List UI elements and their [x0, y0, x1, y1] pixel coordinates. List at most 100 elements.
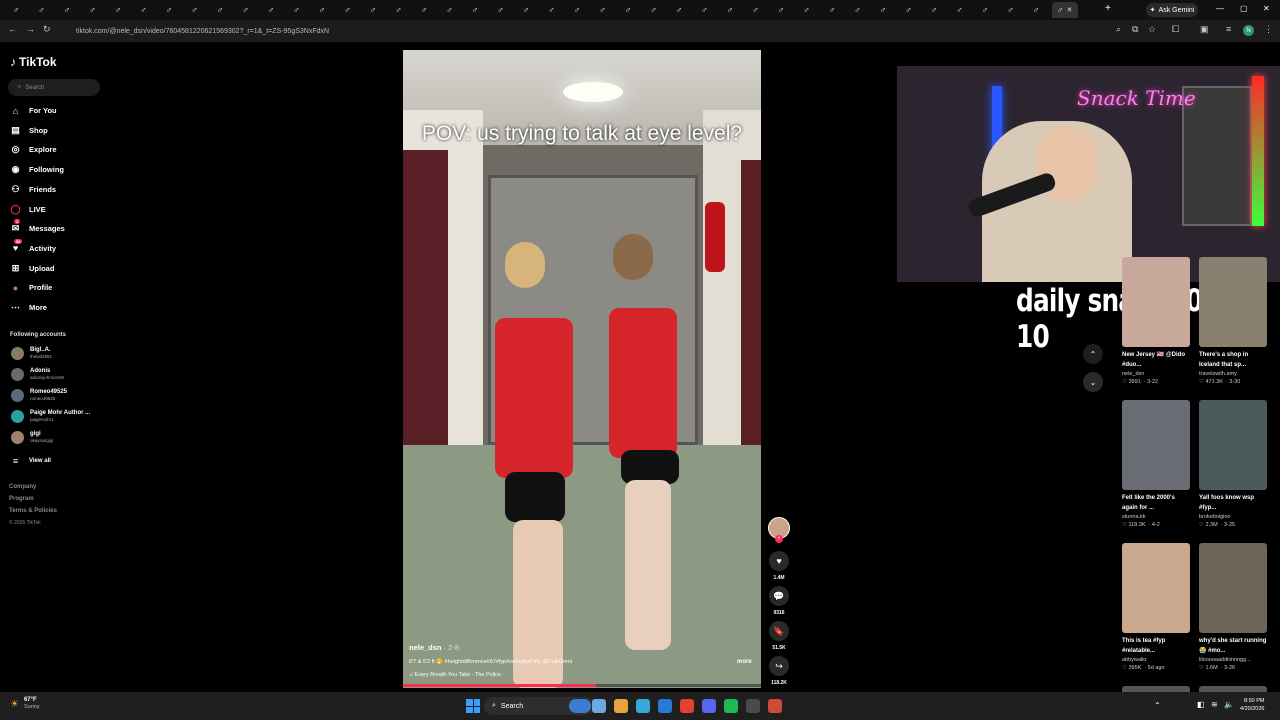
browser-tab[interactable]: ♂ [287, 2, 307, 18]
browser-tab[interactable]: ♂ [644, 2, 664, 18]
browser-tab[interactable]: ♂ [593, 2, 613, 18]
browser-tab[interactable]: ♂ [695, 2, 715, 18]
video-player[interactable]: POV: us trying to talk at eye level? nel… [403, 50, 761, 688]
footer-link-terms-policies[interactable]: Terms & Policies [9, 508, 57, 514]
comment-button[interactable]: 💬 [769, 586, 789, 606]
sidebar-item-profile[interactable]: ● Profile [10, 282, 53, 293]
browser-tab[interactable]: ♂ [159, 2, 179, 18]
video-thumbnail[interactable] [1199, 543, 1267, 633]
browser-tab[interactable]: ♂ [210, 2, 230, 18]
edge-icon[interactable] [658, 699, 672, 713]
sidebar-item-for-you[interactable]: ⌂ For You [10, 105, 57, 116]
footer-link-program[interactable]: Program [9, 496, 34, 502]
install-icon[interactable]: ⧉ [1132, 24, 1138, 35]
back-icon[interactable]: ← [8, 24, 17, 34]
following-account[interactable]: Bigl..A. thekid2891 [11, 347, 52, 360]
sidebar-item-shop[interactable]: ▤ Shop [10, 125, 48, 136]
terminal-icon[interactable] [768, 699, 782, 713]
forward-icon[interactable]: → [26, 24, 35, 34]
address-bar[interactable]: tiktok.com/@nele_dsn/video/7604581220621… [60, 23, 1110, 39]
footer-link-company[interactable]: Company [9, 484, 36, 490]
video-author[interactable]: nele_dsn · 2-8 [409, 643, 459, 652]
more-button[interactable]: more [737, 659, 752, 665]
system-clock[interactable]: 8:50 PM 4/20/2026 [1240, 697, 1264, 713]
video-card-user[interactable]: abbywalkr [1122, 656, 1190, 664]
video-card-title[interactable]: This is tea #fyp #relatable... [1122, 636, 1190, 656]
sidebar-item-more[interactable]: ⋯ More [10, 302, 47, 313]
share-button[interactable]: ↪ [769, 656, 789, 676]
browser-tab[interactable]: ♂ [899, 2, 919, 18]
browser-tab[interactable]: ♂ [185, 2, 205, 18]
browser-tab[interactable]: ♂ [389, 2, 409, 18]
sidebar-item-messages[interactable]: ✉ 1 Messages [10, 219, 65, 234]
browser-tab[interactable]: ♂ [108, 2, 128, 18]
tab-close-icon[interactable]: ✕ [1066, 6, 1072, 14]
browser-tab[interactable]: ♂ [771, 2, 791, 18]
sidebar-item-following[interactable]: ◉ Following [10, 164, 64, 175]
browser-tab[interactable]: ♂ [312, 2, 332, 18]
browser-tab[interactable]: ♂ [797, 2, 817, 18]
spotify-icon[interactable] [746, 699, 760, 713]
browser-tab[interactable]: ♂ [465, 2, 485, 18]
browser-tab[interactable]: ♂ [567, 2, 587, 18]
browser-tab[interactable]: ♂ [720, 2, 740, 18]
sidebar-item-upload[interactable]: ⊞ Upload [10, 263, 55, 274]
volume-icon[interactable]: 🔈 [1224, 700, 1234, 709]
ask-gemini-button[interactable]: ✦ Ask Gemini [1146, 3, 1198, 17]
menu-icon[interactable]: ⋮ [1264, 24, 1273, 35]
browser-tab[interactable]: ♂ [57, 2, 77, 18]
browser-tab[interactable]: ♂ [848, 2, 868, 18]
video-progress[interactable] [403, 684, 761, 687]
new-tab-button[interactable]: + [1105, 3, 1111, 14]
browser-tab[interactable]: ♂ [236, 2, 256, 18]
browser-tab[interactable]: ♂ [440, 2, 460, 18]
video-card-user[interactable]: lilooooaaddiiinnngg... [1199, 656, 1267, 664]
browser-tab[interactable]: ♂ [516, 2, 536, 18]
scroll-up-button[interactable]: ⌃ [1083, 344, 1103, 364]
browser-tab[interactable]: ♂ [950, 2, 970, 18]
browser-tab[interactable]: ♂ [975, 2, 995, 18]
following-account[interactable]: gigi okaysoiigigi [11, 431, 53, 444]
windows-start-icon[interactable] [466, 699, 480, 713]
video-thumbnail[interactable] [1122, 400, 1190, 490]
author-name[interactable]: nele_dsn [409, 643, 442, 652]
browser-tab[interactable]: ♂ [618, 2, 638, 18]
video-card-title[interactable]: There's a shop in Iceland that sp... [1199, 350, 1267, 370]
like-button[interactable]: ♥ [769, 551, 789, 571]
video-card[interactable]: Yall foos know wsp #fyp... brokeboigioo ♡ … [1199, 400, 1267, 529]
reload-icon[interactable]: ↻ [43, 24, 51, 35]
file-explorer-icon[interactable] [636, 699, 650, 713]
tiktok-logo[interactable]: ♪ TikTok [10, 55, 57, 69]
view-all-link[interactable]: ≡ View all [10, 455, 51, 466]
browser-tab[interactable]: ♂ [822, 2, 842, 18]
browser-tab[interactable]: ♂ [542, 2, 562, 18]
video-card-title[interactable]: New Jersey 🇺🇸 @Dido #duo... [1122, 350, 1190, 370]
browser-tab[interactable]: ♂ [669, 2, 689, 18]
star-icon[interactable]: ☆ [1148, 24, 1156, 35]
browser-tab[interactable]: ♂ [746, 2, 766, 18]
zoom-icon[interactable]: ⌕ [1116, 24, 1121, 35]
discord-icon[interactable] [724, 699, 738, 713]
browser-tab[interactable]: ♂ [491, 2, 511, 18]
save-button[interactable]: 🔖 [769, 621, 789, 641]
browser-tab[interactable]: ♂ [32, 2, 52, 18]
video-card[interactable]: There's a shop in Iceland that sp... trav… [1199, 257, 1267, 386]
weather-widget[interactable]: ☀ 67°F Sunny [10, 697, 40, 711]
browser-tab[interactable]: ♂ [873, 2, 893, 18]
video-card[interactable]: New Jersey 🇺🇸 @Dido #duo... nele_dsn ♡ 399… [1122, 257, 1190, 386]
video-card[interactable]: why'd she start running😭 #mo... lilooooaa… [1199, 543, 1267, 672]
wifi-icon[interactable]: ≋ [1211, 700, 1218, 709]
cast-icon[interactable]: ≡ [1226, 24, 1231, 34]
search-input[interactable]: ⌕ Search [8, 79, 100, 96]
video-thumbnail[interactable] [1122, 257, 1190, 347]
widgets-icon[interactable] [569, 699, 591, 713]
following-account[interactable]: Romeo49525 romeo49525 [11, 389, 67, 402]
maximize-icon[interactable]: ▢ [1240, 4, 1248, 13]
video-card-user[interactable]: stunna.kk [1122, 513, 1190, 521]
video-card-user[interactable]: brokeboigioo [1199, 513, 1267, 521]
copilot-icon[interactable] [614, 699, 628, 713]
browser-tab[interactable]: ♂ [83, 2, 103, 18]
close-window-icon[interactable]: ✕ [1263, 4, 1270, 13]
video-card-title[interactable]: Yall foos know wsp #fyp... [1199, 493, 1267, 513]
extensions-icon[interactable]: ⧠ [1172, 24, 1179, 35]
